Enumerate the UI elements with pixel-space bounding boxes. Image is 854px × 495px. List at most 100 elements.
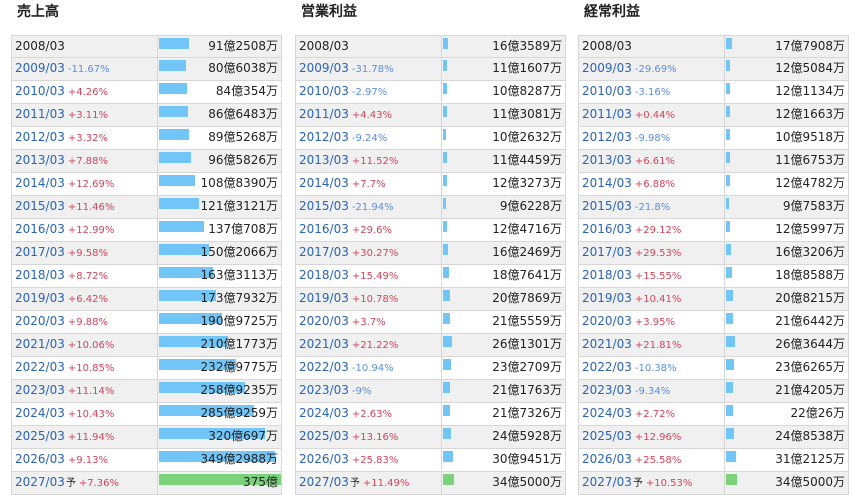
year-link[interactable]: 2022/03 [15,360,65,374]
year-link[interactable]: 2022/03 [582,360,632,374]
year-link[interactable]: 2014/03 [15,176,65,190]
year-link[interactable]: 2012/03 [299,130,349,144]
change-percent: +29.53% [634,247,682,259]
year-link[interactable]: 2016/03 [582,222,632,236]
value-bar [726,59,730,71]
year-link[interactable]: 2018/03 [582,268,632,282]
table-row: 2017/03 +9.58% 150億2066万 [11,240,282,265]
year-link[interactable]: 2015/03 [15,199,65,213]
table-row: 2014/03 +6.88% 12億4782万 [578,171,849,196]
year-link[interactable]: 2011/03 [299,107,349,121]
year-link[interactable]: 2023/03 [299,383,349,397]
year-link[interactable]: 2021/03 [582,337,632,351]
value-text: 10億2632万 [492,129,562,144]
table-row: 2025/03 +12.96% 24億8538万 [578,424,849,449]
year-link[interactable]: 2015/03 [582,199,632,213]
value-text: 11億3081万 [492,106,562,121]
year-link[interactable]: 2025/03 [15,429,65,443]
year-link[interactable]: 2027/03 [15,475,65,489]
year-link[interactable]: 2011/03 [582,107,632,121]
table-row: 2020/03 +3.95% 21億6442万 [578,309,849,334]
year-link[interactable]: 2014/03 [582,176,632,190]
year-link[interactable]: 2010/03 [299,84,349,98]
year-link[interactable]: 2013/03 [582,153,632,167]
year-cell: 2026/03 +25.83% [295,447,442,472]
year-cell: 2021/03 +10.06% [11,332,158,357]
year-link[interactable]: 2014/03 [299,176,349,190]
value-text: 23億6265万 [775,359,845,374]
year-link[interactable]: 2027/03 [582,475,632,489]
year-link[interactable]: 2009/03 [15,61,65,75]
year-link[interactable]: 2019/03 [15,291,65,305]
year-link[interactable]: 2010/03 [15,84,65,98]
year-link[interactable]: 2013/03 [15,153,65,167]
year-link[interactable]: 2020/03 [15,314,65,328]
table-row: 2012/03 -9.98% 10億9518万 [578,125,849,150]
value-cell: 16億3589万 [441,35,566,58]
year-link[interactable]: 2022/03 [299,360,349,374]
table-row: 2017/03 +29.53% 16億3206万 [578,240,849,265]
change-percent: -10.38% [634,362,677,374]
year-link[interactable]: 2020/03 [299,314,349,328]
year-link[interactable]: 2016/03 [299,222,349,236]
value-bar [443,381,450,393]
year-link[interactable]: 2023/03 [582,383,632,397]
year-cell: 2014/03 +7.7% [295,171,442,196]
year-link[interactable]: 2010/03 [582,84,632,98]
value-cell: 150億2066万 [157,240,282,265]
year-link[interactable]: 2018/03 [299,268,349,282]
year-link[interactable]: 2016/03 [15,222,65,236]
year-link[interactable]: 2019/03 [582,291,632,305]
year-link[interactable]: 2021/03 [299,337,349,351]
year-cell: 2012/03 +3.32% [11,125,158,150]
year-link[interactable]: 2017/03 [582,245,632,259]
estimate-mark: 予 [65,477,76,489]
year-cell: 2017/03 +29.53% [578,240,725,265]
year-link[interactable]: 2009/03 [299,61,349,75]
year-cell: 2012/03 -9.98% [578,125,725,150]
year-link[interactable]: 2017/03 [299,245,349,259]
value-bar [443,82,447,94]
value-bar [443,358,451,370]
value-cell: 84億354万 [157,79,282,104]
value-cell: 80億6038万 [157,56,282,81]
value-text: 163億3113万 [200,267,278,282]
year-link[interactable]: 2020/03 [582,314,632,328]
table-row: 2020/03 +3.7% 21億5559万 [295,309,566,334]
year-link[interactable]: 2024/03 [582,406,632,420]
value-cell: 34億5000万 [724,470,849,495]
year-link[interactable]: 2011/03 [15,107,65,121]
year-link[interactable]: 2027/03 [299,475,349,489]
year-link[interactable]: 2026/03 [15,452,65,466]
value-bar [726,174,730,186]
change-percent: +15.55% [634,270,682,282]
year-link[interactable]: 2012/03 [15,130,65,144]
value-cell: 20億7869万 [441,286,566,311]
value-cell: 26億1301万 [441,332,566,357]
year-link[interactable]: 2025/03 [582,429,632,443]
year-link[interactable]: 2017/03 [15,245,65,259]
year-link[interactable]: 2018/03 [15,268,65,282]
year-link[interactable]: 2024/03 [299,406,349,420]
value-bar [726,105,730,117]
year-link[interactable]: 2019/03 [299,291,349,305]
year-link[interactable]: 2023/03 [15,383,65,397]
year-link[interactable]: 2012/03 [582,130,632,144]
year-link[interactable]: 2025/03 [299,429,349,443]
year-link[interactable]: 2013/03 [299,153,349,167]
value-text: 21億5559万 [492,313,562,328]
year-cell: 2023/03 +11.14% [11,378,158,403]
year-link[interactable]: 2015/03 [299,199,349,213]
year-link[interactable]: 2026/03 [299,452,349,466]
year-link[interactable]: 2024/03 [15,406,65,420]
value-cell: 121億3121万 [157,194,282,219]
table-row: 2023/03 -9.34% 21億4205万 [578,378,849,403]
table-row: 2011/03 +3.11% 86億6483万 [11,102,282,127]
year-cell: 2024/03 +2.63% [295,401,442,426]
year-link[interactable]: 2009/03 [582,61,632,75]
year-link[interactable]: 2026/03 [582,452,632,466]
value-bar [443,335,452,347]
year-link[interactable]: 2021/03 [15,337,65,351]
year-cell: 2027/03予 +10.53% [578,470,725,495]
value-bar [443,151,447,163]
